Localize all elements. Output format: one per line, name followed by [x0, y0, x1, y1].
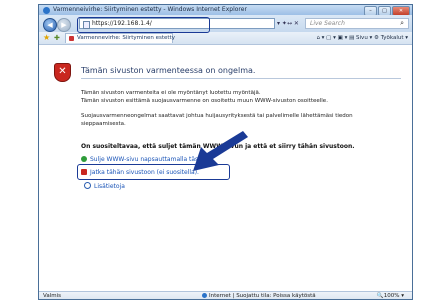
address-highlight-box: [77, 17, 210, 33]
add-favorite-icon[interactable]: ✚: [54, 33, 60, 43]
status-text: Valmis: [43, 293, 61, 299]
back-button[interactable]: ◀: [43, 18, 57, 32]
more-info-link[interactable]: Lisätietoja: [94, 183, 125, 190]
more-info-option[interactable]: Lisätietoja: [84, 182, 125, 190]
error-text-3: Suojausvarmenneongelmat saattavat johtua…: [81, 113, 353, 119]
page-content: ✕ Tämän sivuston varmenteessa on ongelma…: [39, 45, 412, 292]
pointer-arrow-icon: [193, 131, 248, 171]
globe-icon: [202, 293, 207, 298]
ie-logo-icon: [43, 7, 50, 14]
forward-button[interactable]: ▶: [57, 18, 71, 32]
expand-icon: [84, 182, 91, 189]
search-icon[interactable]: ⌕: [400, 19, 404, 28]
security-zone: Internet | Suojattu tila: Poissa käytöst…: [202, 293, 316, 299]
tab-label: Varmennevirhe: Siirtyminen estetty: [77, 35, 175, 41]
favorites-bar: ★ ✚ Varmennevirhe: Siirtyminen estetty ⌂…: [39, 32, 412, 45]
error-text-1: Tämän sivuston varmenteita ei ole myöntä…: [81, 90, 261, 96]
window-title: Varmenneivirhe: Siirtyminen estetty - Wi…: [53, 6, 247, 13]
search-input[interactable]: Live Search ⌕: [305, 18, 409, 29]
zoom-level[interactable]: 🔍100% ▾: [377, 293, 404, 299]
green-check-icon: [81, 156, 87, 162]
status-bar: Valmis Internet | Suojattu tila: Poissa …: [39, 291, 412, 299]
shield-error-icon: ✕: [54, 63, 71, 82]
address-tools[interactable]: ▾ ✦↔ ✕: [277, 20, 299, 27]
close-page-option[interactable]: Sulje WWW-sivu napsauttamalla tästä.: [81, 156, 206, 163]
error-text-4: sieppaamisesta.: [81, 121, 126, 127]
error-heading: Tämän sivuston varmenteessa on ongelma.: [81, 66, 256, 75]
command-bar[interactable]: ⌂ ▾ ▢ ▾ ▣ ▾ ▤ Sivu ▾ ⚙ Työkalut ▾: [316, 33, 408, 43]
error-text-2: Tämän sivuston esittämä suojausvarmenne …: [81, 98, 328, 104]
search-placeholder: Live Search: [310, 20, 345, 27]
browser-window: Varmenneivirhe: Siirtyminen estetty - Wi…: [38, 4, 413, 300]
tab-certificate-error[interactable]: Varmennevirhe: Siirtyminen estetty: [65, 33, 175, 43]
title-bar: Varmenneivirhe: Siirtyminen estetty - Wi…: [39, 5, 412, 16]
favorites-star-icon[interactable]: ★: [43, 33, 50, 43]
zone-label: Internet | Suojattu tila: Poissa käytöst…: [209, 293, 316, 299]
heading-divider: [81, 78, 401, 79]
error-tab-icon: [69, 36, 74, 41]
